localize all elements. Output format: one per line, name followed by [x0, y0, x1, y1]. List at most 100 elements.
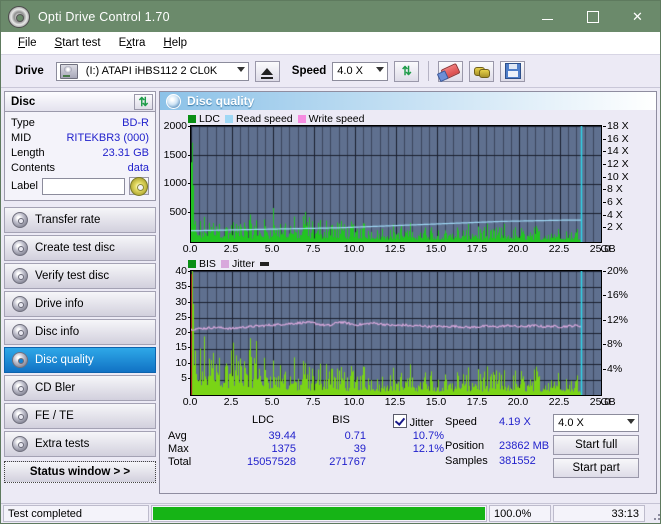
start-full-button[interactable]: Start full [553, 435, 640, 455]
legend-item-write-speed: Write speed [297, 113, 365, 125]
readout-area: Speed 4.19 X Position 23862 MB Samples 3… [445, 414, 656, 478]
sidebar-item-disc-info[interactable]: Disc info [4, 319, 156, 345]
axis-tick-label: 20.0 [507, 243, 529, 255]
sidebar-item-extra-tests[interactable]: Extra tests [4, 431, 156, 457]
sidebar-item-label: Transfer rate [35, 214, 101, 226]
disc-icon [12, 268, 28, 284]
disc-label-input[interactable] [41, 177, 125, 195]
disc-refresh-button[interactable]: ⇅ [134, 93, 153, 110]
refresh-button[interactable]: ⇅ [394, 60, 420, 82]
test-speed-select[interactable]: 4.0 X [553, 414, 640, 432]
legend-swatch-icon [225, 114, 234, 123]
progress-fill [153, 507, 485, 520]
axis-tick-label: 4 X [603, 208, 623, 221]
sidebar-item-label: Disc info [35, 326, 80, 338]
stats-row-max-ldc: 1375 [271, 443, 296, 455]
sidebar-item-create-test-disc[interactable]: Create test disc [4, 235, 156, 261]
axis-tick-label: 35 [175, 280, 191, 293]
disc-label-key: Label [11, 180, 38, 192]
progress-percent: 100.0% [489, 505, 551, 522]
title-bar: Opti Drive Control 1.70 ✕ [1, 1, 660, 32]
connect-button[interactable] [469, 60, 495, 82]
app-window: Opti Drive Control 1.70 ✕ File Start tes… [0, 0, 661, 524]
bis-plot-row: 40 35 30 25 20 15 10 5 20% 16% 12% 8% 4% [164, 265, 652, 396]
axis-tick-label: 18 X [603, 120, 629, 132]
sidebar: Disc ⇅ Type BD-R MID RITEKBR3 (000) Leng… [1, 88, 159, 494]
minimize-button[interactable] [525, 1, 570, 32]
resize-grip[interactable] [648, 508, 660, 520]
disc-row-mid-key: MID [11, 131, 32, 144]
menu-file-rest: ile [25, 37, 37, 49]
legend-swatch-icon [297, 114, 306, 123]
sidebar-item-fe-te[interactable]: FE / TE [4, 403, 156, 429]
axis-tick-label: 22.5 [548, 243, 570, 255]
menu-file[interactable]: File [9, 35, 46, 51]
speed-select[interactable]: 4.0 X [332, 61, 389, 81]
disc-label-button[interactable] [129, 176, 149, 196]
axis-tick-label: 10.0 [343, 243, 365, 255]
bis-y-axis: 40 35 30 25 20 15 10 5 [164, 265, 191, 394]
axis-tick-label: 20 [175, 326, 191, 338]
axis-tick-label: 12.5 [384, 243, 406, 255]
disc-icon [8, 5, 30, 28]
save-button[interactable] [500, 60, 526, 82]
disc-group-header: Disc ⇅ [5, 92, 155, 112]
disc-icon [12, 436, 28, 452]
disc-quality-panel: Disc quality LDC Read speed Write speed … [159, 91, 657, 494]
axis-tick-label: 2.5 [223, 396, 239, 408]
jitter-checkbox[interactable] [392, 414, 407, 428]
stats-corner [168, 414, 220, 429]
axis-tick-label: 2 X [603, 221, 623, 234]
axis-tick-label: 1000 [163, 177, 192, 189]
axis-tick-label: 15 [175, 341, 191, 354]
legend-item-read-speed: Read speed [225, 113, 293, 125]
ldc-y2-axis: 18 X 16 X 14 X 12 X 10 X8 X6 X4 X2 X [602, 120, 636, 241]
plug-icon [474, 66, 491, 78]
ldc-chart-legend: LDC Read speed Write speed [164, 112, 652, 125]
readout-samples-key: Samples [445, 454, 488, 467]
disc-row-type: Type BD-R [11, 115, 149, 130]
window-title: Opti Drive Control 1.70 [38, 9, 170, 24]
eject-button[interactable] [254, 60, 280, 82]
ldc-plot[interactable] [190, 125, 602, 243]
disc-row-contents: Contents data [11, 160, 149, 175]
disc-row-length: Length 23.31 GB [11, 145, 149, 160]
cd-icon [130, 176, 148, 196]
menu-start-test[interactable]: Start test [46, 35, 110, 51]
menu-extra[interactable]: Extra [110, 35, 155, 51]
stats-row-max-bis: 39 [353, 443, 366, 455]
sidebar-item-drive-info[interactable]: Drive info [4, 291, 156, 317]
jitter-checkbox-cell[interactable]: Jitter [376, 414, 450, 429]
legend-swatch-icon [220, 259, 229, 268]
status-bar: Test completed 100.0% 33:13 [1, 503, 660, 523]
sidebar-item-label: Disc quality [35, 354, 94, 366]
bis-jitter-chart: BIS Jitter 40 35 30 25 20 15 10 5 20% 16% 12% 8% 4% [164, 257, 652, 410]
drive-select[interactable]: (I:) ATAPI iHBS112 2 CL0K [55, 61, 249, 81]
sidebar-item-verify-test-disc[interactable]: Verify test disc [4, 263, 156, 289]
menu-help[interactable]: Help [154, 35, 196, 51]
maximize-button[interactable] [570, 1, 615, 32]
disc-row-type-value: BD-R [122, 116, 149, 129]
axis-tick-label: 8% [602, 338, 623, 351]
start-part-button[interactable]: Start part [553, 458, 640, 478]
disc-label-row: Label [11, 176, 149, 196]
status-window-button[interactable]: Status window > > [4, 461, 156, 483]
sidebar-item-cd-bler[interactable]: CD Bler [4, 375, 156, 401]
axis-tick-label: 16 X [603, 132, 629, 145]
axis-tick-label: 25 [175, 310, 191, 323]
axis-tick-label: 6 X [603, 196, 623, 208]
erase-button[interactable] [438, 60, 464, 82]
stats-row-total-key: Total [168, 456, 192, 468]
scale-marker-icon [259, 261, 269, 266]
ldc-canvas [191, 126, 601, 242]
axis-tick-label: 20% [602, 265, 629, 277]
axis-tick-label: 22.5 [548, 396, 570, 408]
menu-bar: File Start test Extra Help [1, 32, 660, 55]
bis-plot[interactable] [190, 270, 602, 396]
sidebar-item-label: Drive info [35, 298, 84, 310]
sidebar-item-transfer-rate[interactable]: Transfer rate [4, 207, 156, 233]
close-button[interactable]: ✕ [615, 1, 660, 32]
test-speed-value: 4.0 X [558, 417, 584, 429]
disc-row-contents-value: data [127, 161, 149, 174]
sidebar-item-disc-quality[interactable]: Disc quality [4, 347, 156, 373]
